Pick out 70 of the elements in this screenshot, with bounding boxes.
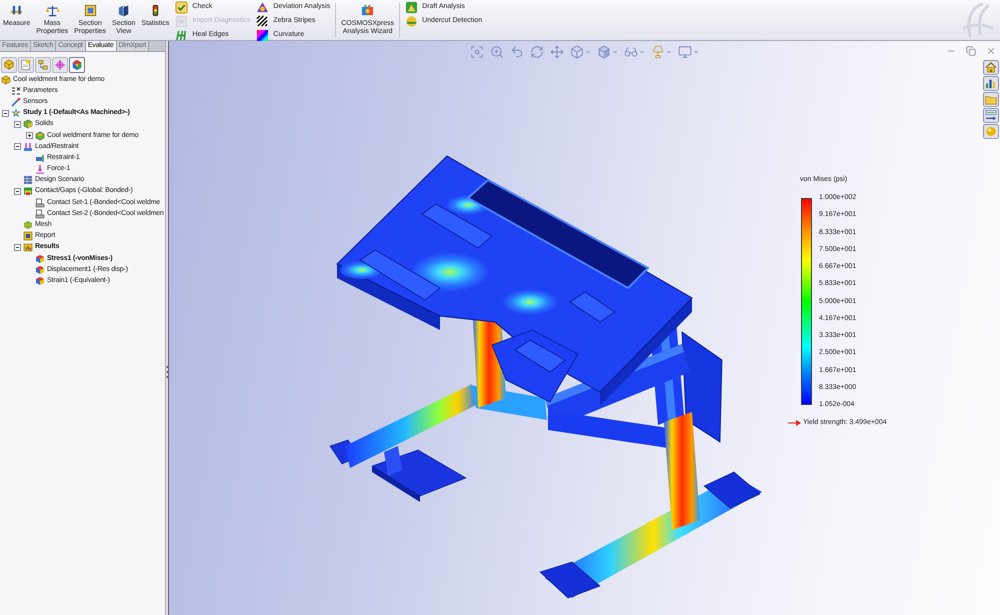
cube-icon[interactable] <box>570 45 584 59</box>
plus-square-icon <box>175 14 188 28</box>
grip-icon[interactable] <box>166 365 169 379</box>
undo-icon[interactable] <box>510 45 524 59</box>
cube-icon <box>23 119 33 130</box>
lamp-icon[interactable] <box>651 45 665 59</box>
probe-icon <box>11 96 21 107</box>
rainbow-square-icon <box>256 28 270 42</box>
banded-circle-icon <box>405 14 418 28</box>
printer-icon <box>35 198 45 208</box>
close-icon[interactable] <box>986 46 996 56</box>
bar-chart-icon <box>23 242 33 252</box>
printer-icon <box>35 208 45 219</box>
caliper-icon <box>10 4 24 17</box>
splitter-bar[interactable] <box>165 41 169 615</box>
dimension-tab[interactable] <box>52 57 68 73</box>
panel-arrow-icon[interactable] <box>983 108 999 123</box>
framed-square-icon <box>84 4 97 17</box>
shaded-cube-icon[interactable] <box>597 45 611 59</box>
move-icon[interactable] <box>550 45 564 59</box>
tricolor-cube-icon <box>35 254 45 264</box>
slashes-icon <box>175 28 188 42</box>
minus-box-icon[interactable] <box>14 120 21 128</box>
caret-icon[interactable] <box>585 49 591 55</box>
linked-boxes-icon <box>37 59 49 71</box>
restore-icon[interactable] <box>966 46 976 56</box>
property-tab[interactable] <box>18 57 34 73</box>
cube-icon <box>3 59 15 71</box>
table-icon <box>23 175 33 186</box>
zoom-in-icon[interactable] <box>490 45 504 59</box>
triangle-tile-icon <box>405 0 418 14</box>
restraint-icon <box>35 152 45 163</box>
down-arrow-icon <box>35 164 45 174</box>
rotate-icon[interactable] <box>530 45 544 59</box>
plus-box-icon[interactable] <box>26 132 33 140</box>
monitor-icon[interactable] <box>678 45 692 59</box>
bar-chart-icon[interactable] <box>983 76 999 91</box>
glasses-icon[interactable] <box>624 45 638 59</box>
zoom-fit-icon[interactable] <box>470 45 484 59</box>
caret-icon[interactable] <box>639 49 645 55</box>
mesh-icon <box>23 220 33 230</box>
caret-icon[interactable] <box>666 49 672 55</box>
zebra-stripes-icon <box>256 14 270 28</box>
minus-box-icon[interactable] <box>14 143 21 150</box>
document-icon <box>20 59 32 71</box>
tricolor-cube-icon <box>35 276 45 286</box>
stacked-blocks-icon <box>23 186 33 196</box>
simulation-tab[interactable] <box>69 57 85 73</box>
parameters-icon <box>11 86 21 96</box>
cube-icon <box>35 130 45 141</box>
load-icon <box>23 142 33 152</box>
arrow-icon <box>788 420 801 426</box>
minus-box-icon[interactable] <box>2 110 9 117</box>
house-icon[interactable] <box>983 60 999 75</box>
feature-tree-tab[interactable] <box>1 57 17 73</box>
minus-box-icon[interactable] <box>14 244 21 251</box>
caret-icon[interactable] <box>612 49 618 55</box>
framed-square-icon <box>23 231 33 242</box>
balance-scale-icon <box>46 4 59 17</box>
tv-icon <box>361 4 374 17</box>
configuration-tab[interactable] <box>35 57 51 73</box>
cube-icon <box>1 74 11 85</box>
star-icon <box>11 108 21 118</box>
tricolor-cube-icon <box>71 59 83 71</box>
crosshair-icon <box>54 59 66 71</box>
checkbox-icon <box>175 0 188 14</box>
split-block-icon <box>117 4 130 17</box>
minus-box-icon[interactable] <box>14 188 21 195</box>
caret-icon[interactable] <box>693 49 699 55</box>
tricolor-cube-icon <box>35 264 45 275</box>
